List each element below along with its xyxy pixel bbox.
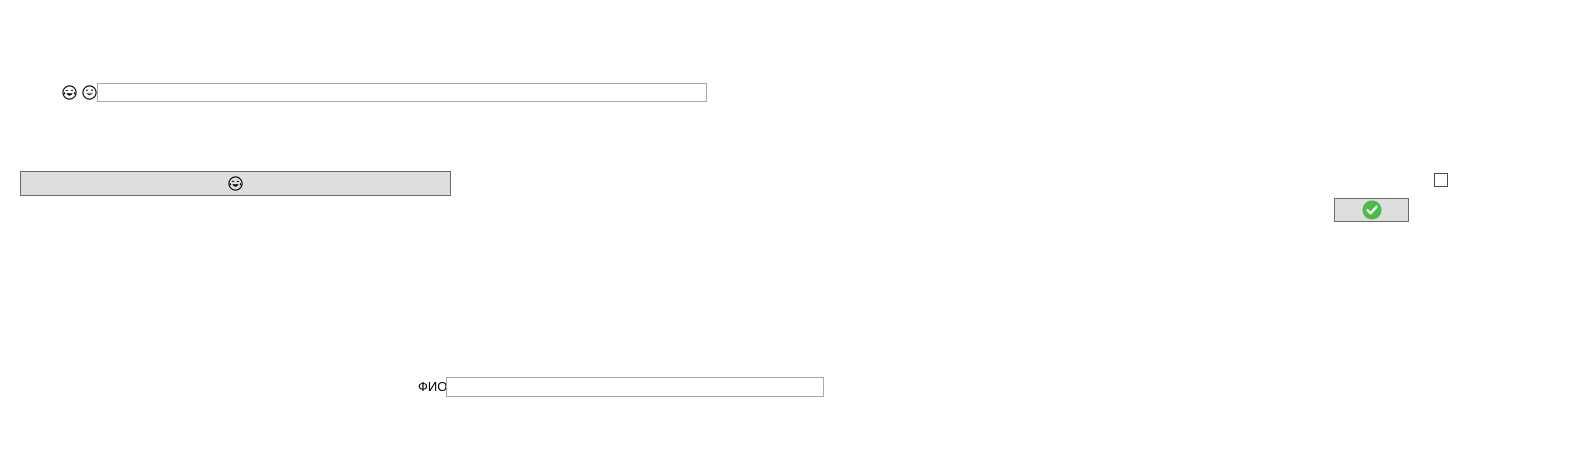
tears-of-joy-icon	[228, 176, 243, 191]
grinning-face-icon	[82, 85, 97, 100]
confirm-button[interactable]	[1334, 198, 1409, 222]
emoji-button[interactable]	[20, 171, 451, 196]
green-check-icon	[1362, 200, 1381, 220]
top-text-input[interactable]	[97, 83, 707, 102]
tears-of-joy-icon	[62, 85, 77, 100]
confirm-checkbox[interactable]	[1434, 173, 1448, 187]
fio-input[interactable]	[446, 377, 824, 397]
fio-label: ФИО	[418, 379, 448, 394]
